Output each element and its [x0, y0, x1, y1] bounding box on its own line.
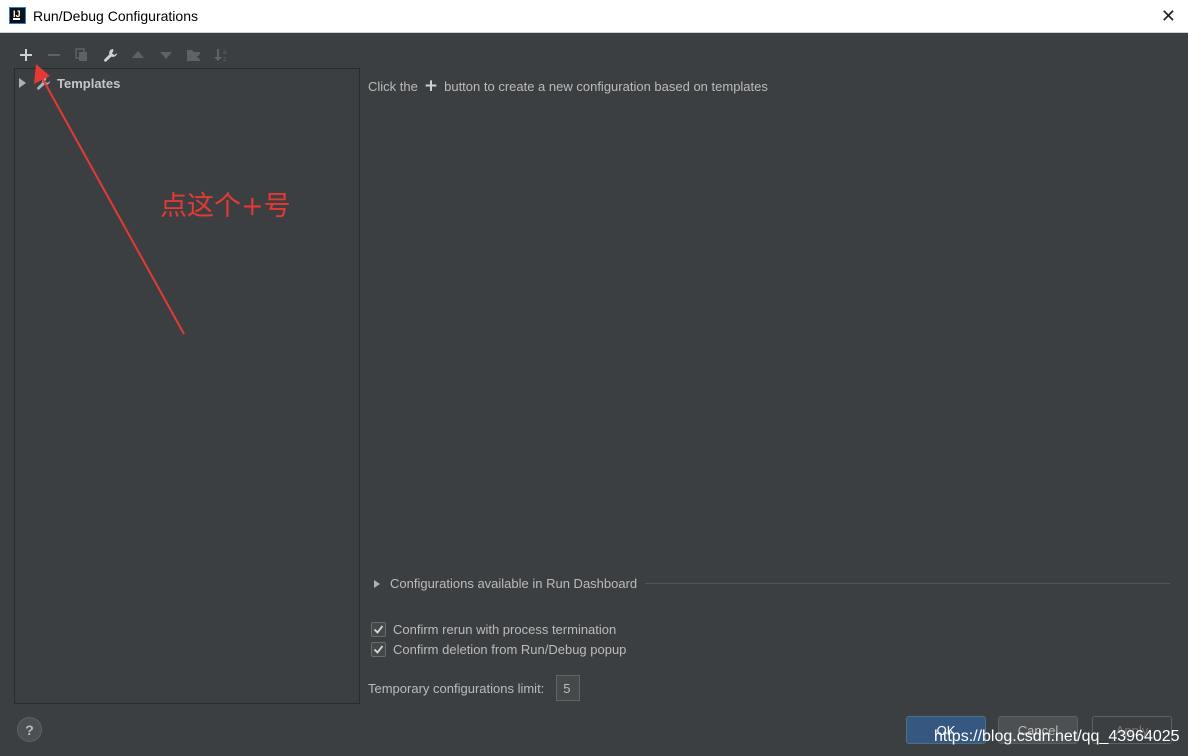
checkbox-label: Confirm deletion from Run/Debug popup [393, 642, 627, 657]
temporary-limit-row: Temporary configurations limit: [368, 675, 581, 701]
edit-templates-button[interactable] [98, 43, 122, 67]
copy-icon [75, 48, 87, 61]
watermark: https://blog.csdn.net/qq_43964025 [934, 728, 1180, 745]
svg-text:a: a [223, 49, 227, 56]
move-down-button[interactable] [154, 43, 178, 67]
add-configuration-button[interactable] [14, 43, 38, 67]
wrench-icon [37, 76, 50, 90]
confirm-deletion-option[interactable]: Confirm deletion from Run/Debug popup [371, 642, 626, 657]
expand-arrow-icon[interactable] [19, 78, 26, 88]
wrench-icon [103, 48, 117, 62]
title-bar: IJ Run/Debug Configurations ✕ [0, 0, 1188, 33]
tree-item-label: Templates [57, 75, 121, 91]
checkbox-label: Confirm rerun with process termination [393, 622, 617, 637]
copy-configuration-button[interactable] [70, 43, 94, 67]
arrow-up-icon [132, 51, 144, 58]
temporary-limit-input[interactable] [556, 675, 581, 701]
expand-arrow-icon[interactable] [374, 579, 380, 588]
temporary-limit-label: Temporary configurations limit: [368, 680, 545, 696]
tree-item-templates[interactable]: Templates [19, 73, 120, 93]
confirm-rerun-checkbox[interactable] [371, 622, 386, 637]
plus-icon: + [423, 76, 439, 96]
hint-suffix: button to create a new configuration bas… [444, 78, 768, 94]
empty-state-hint: Click the + button to create a new confi… [368, 76, 768, 96]
arrow-down-icon [160, 52, 172, 59]
plus-icon [20, 49, 32, 61]
move-up-button[interactable] [126, 43, 150, 67]
sort-configurations-button[interactable]: az [210, 43, 234, 67]
sort-icon: az [214, 49, 227, 62]
configuration-tree[interactable]: Templates [14, 68, 360, 704]
run-dashboard-section[interactable]: Configurations available in Run Dashboar… [374, 576, 1170, 591]
separator [645, 583, 1170, 584]
folder-add-icon [187, 50, 202, 61]
window-title: Run/Debug Configurations [33, 8, 198, 24]
checkmark-icon [373, 625, 384, 634]
remove-configuration-button[interactable] [42, 43, 66, 67]
annotation-text: 点这个+号 [160, 191, 291, 222]
help-button[interactable]: ? [17, 717, 42, 742]
create-folder-button[interactable] [182, 43, 206, 67]
intellij-logo-icon: IJ [9, 7, 26, 24]
close-icon[interactable]: ✕ [1161, 6, 1176, 27]
confirm-rerun-option[interactable]: Confirm rerun with process termination [371, 622, 616, 637]
run-dashboard-label: Configurations available in Run Dashboar… [390, 576, 638, 591]
svg-text:z: z [223, 56, 226, 62]
minus-icon [48, 54, 60, 56]
checkmark-icon [373, 645, 384, 654]
hint-prefix: Click the [368, 78, 418, 94]
confirm-deletion-checkbox[interactable] [371, 642, 386, 657]
config-toolbar: az [14, 42, 234, 68]
